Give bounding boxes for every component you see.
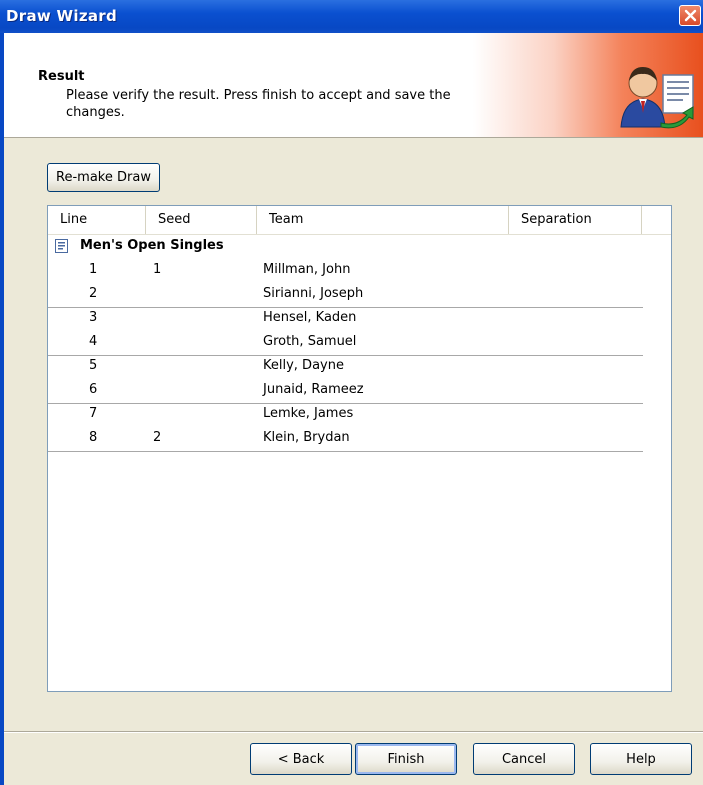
header-title: Result [38, 69, 85, 84]
table-row[interactable]: 7 Lemke, James [48, 403, 643, 427]
team-cell: Millman, John [263, 262, 351, 277]
line-cell: 1 [89, 262, 98, 277]
table-row[interactable]: 2 Sirianni, Joseph [48, 283, 643, 308]
line-cell: 6 [89, 382, 98, 397]
table-row[interactable]: 1 1 Millman, John [48, 259, 643, 283]
finish-button[interactable]: Finish [355, 743, 457, 775]
remake-draw-button[interactable]: Re-make Draw [47, 163, 160, 192]
column-header-seed[interactable]: Seed [146, 206, 257, 234]
team-cell: Klein, Brydan [263, 430, 350, 445]
line-cell: 4 [89, 334, 98, 349]
team-cell: Sirianni, Joseph [263, 286, 364, 301]
line-cell: 7 [89, 406, 98, 421]
column-header-separation[interactable]: Separation [509, 206, 642, 234]
seed-cell: 2 [153, 430, 162, 445]
help-button[interactable]: Help [590, 743, 692, 775]
user-document-icon [620, 67, 694, 129]
team-cell: Groth, Samuel [263, 334, 357, 349]
wizard-header: Result Please verify the result. Press f… [4, 33, 703, 138]
draw-result-list[interactable]: Line Seed Team Separation Men's Open Sin… [47, 205, 672, 692]
table-row[interactable]: 4 Groth, Samuel [48, 331, 643, 356]
line-cell: 3 [89, 310, 98, 325]
line-cell: 8 [89, 430, 98, 445]
line-cell: 2 [89, 286, 98, 301]
table-row[interactable]: 3 Hensel, Kaden [48, 307, 643, 331]
close-icon [684, 9, 697, 22]
back-button[interactable]: < Back [250, 743, 352, 775]
column-header-line[interactable]: Line [48, 206, 146, 234]
table-row[interactable]: 8 2 Klein, Brydan [48, 427, 643, 452]
window-title: Draw Wizard [6, 7, 118, 25]
group-label: Men's Open Singles [80, 238, 224, 253]
document-icon [55, 239, 68, 253]
table-row[interactable]: 6 Junaid, Rameez [48, 379, 643, 404]
footer-divider [4, 731, 703, 733]
header-description: Please verify the result. Press finish t… [66, 88, 451, 120]
list-header: Line Seed Team Separation [48, 206, 671, 235]
team-cell: Hensel, Kaden [263, 310, 357, 325]
cancel-button[interactable]: Cancel [473, 743, 575, 775]
seed-cell: 1 [153, 262, 162, 277]
line-cell: 5 [89, 358, 98, 373]
team-cell: Kelly, Dayne [263, 358, 344, 373]
table-row[interactable]: 5 Kelly, Dayne [48, 355, 643, 379]
column-header-team[interactable]: Team [257, 206, 509, 234]
window-border [0, 33, 4, 785]
close-button[interactable] [679, 5, 701, 26]
title-bar[interactable]: Draw Wizard [0, 0, 703, 33]
team-cell: Lemke, James [263, 406, 354, 421]
team-cell: Junaid, Rameez [263, 382, 364, 397]
